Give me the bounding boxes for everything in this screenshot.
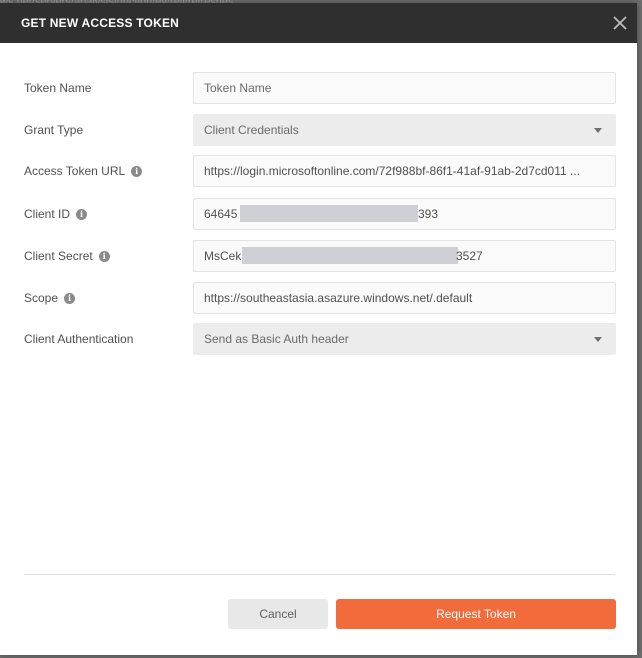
row-token-name: Token Name Token Name xyxy=(0,72,637,104)
grant-type-label: Grant Type xyxy=(24,123,84,137)
scope-input[interactable]: https://southeastasia.asazure.windows.ne… xyxy=(193,282,616,314)
access-token-url-value: https://login.microsoftonline.com/72f988… xyxy=(204,164,581,178)
dialog-title: GET NEW ACCESS TOKEN xyxy=(21,16,180,30)
row-client-authentication: Client Authentication Send as Basic Auth… xyxy=(0,323,637,355)
client-authentication-select[interactable]: Send as Basic Auth header xyxy=(193,323,616,355)
client-secret-value-end: 3527 xyxy=(456,249,483,263)
chevron-down-icon xyxy=(594,128,602,133)
client-authentication-value: Send as Basic Auth header xyxy=(204,332,349,346)
redaction-block xyxy=(242,247,458,264)
grant-type-value: Client Credentials xyxy=(204,123,299,137)
close-button[interactable] xyxy=(611,14,629,32)
info-icon[interactable]: i xyxy=(98,250,110,262)
redaction-block xyxy=(240,205,418,222)
access-token-url-label: Access Token URL i xyxy=(24,164,143,178)
client-id-label: Client ID i xyxy=(24,207,88,221)
token-name-label: Token Name xyxy=(24,81,92,95)
row-scope: Scope i https://southeastasia.asazure.wi… xyxy=(0,282,637,314)
token-name-value: Token Name xyxy=(204,81,272,95)
footer-divider xyxy=(24,574,615,575)
client-secret-value-start: MsCek xyxy=(204,249,242,263)
access-token-dialog: GET NEW ACCESS TOKEN Token Name Token Na… xyxy=(0,3,637,655)
client-secret-input[interactable]: MsCek 3527 xyxy=(193,240,616,272)
scope-value: https://southeastasia.asazure.windows.ne… xyxy=(204,291,473,305)
info-icon[interactable]: i xyxy=(131,165,143,177)
row-grant-type: Grant Type Client Credentials xyxy=(0,114,637,146)
client-id-value-end: 393 xyxy=(418,207,439,221)
row-client-secret: Client Secret i MsCek 3527 xyxy=(0,240,637,272)
client-id-value-start: 64645 xyxy=(204,207,238,221)
scope-label: Scope i xyxy=(24,291,76,305)
info-icon[interactable]: i xyxy=(76,208,88,220)
access-token-url-input[interactable]: https://login.microsoftonline.com/72f988… xyxy=(193,155,616,187)
chevron-down-icon xyxy=(594,337,602,342)
request-token-button[interactable]: Request Token xyxy=(336,599,616,629)
cancel-button[interactable]: Cancel xyxy=(228,599,328,629)
token-name-input[interactable]: Token Name xyxy=(193,72,616,104)
info-icon[interactable]: i xyxy=(64,292,76,304)
row-client-id: Client ID i 64645 393 xyxy=(0,198,637,230)
client-secret-label: Client Secret i xyxy=(24,249,110,263)
dialog-header: GET NEW ACCESS TOKEN xyxy=(0,3,637,43)
client-id-input[interactable]: 64645 393 xyxy=(193,198,616,230)
grant-type-select[interactable]: Client Credentials xyxy=(193,114,616,146)
client-authentication-label: Client Authentication xyxy=(24,332,134,346)
row-access-token-url: Access Token URL i https://login.microso… xyxy=(0,155,637,187)
close-icon xyxy=(613,16,627,30)
